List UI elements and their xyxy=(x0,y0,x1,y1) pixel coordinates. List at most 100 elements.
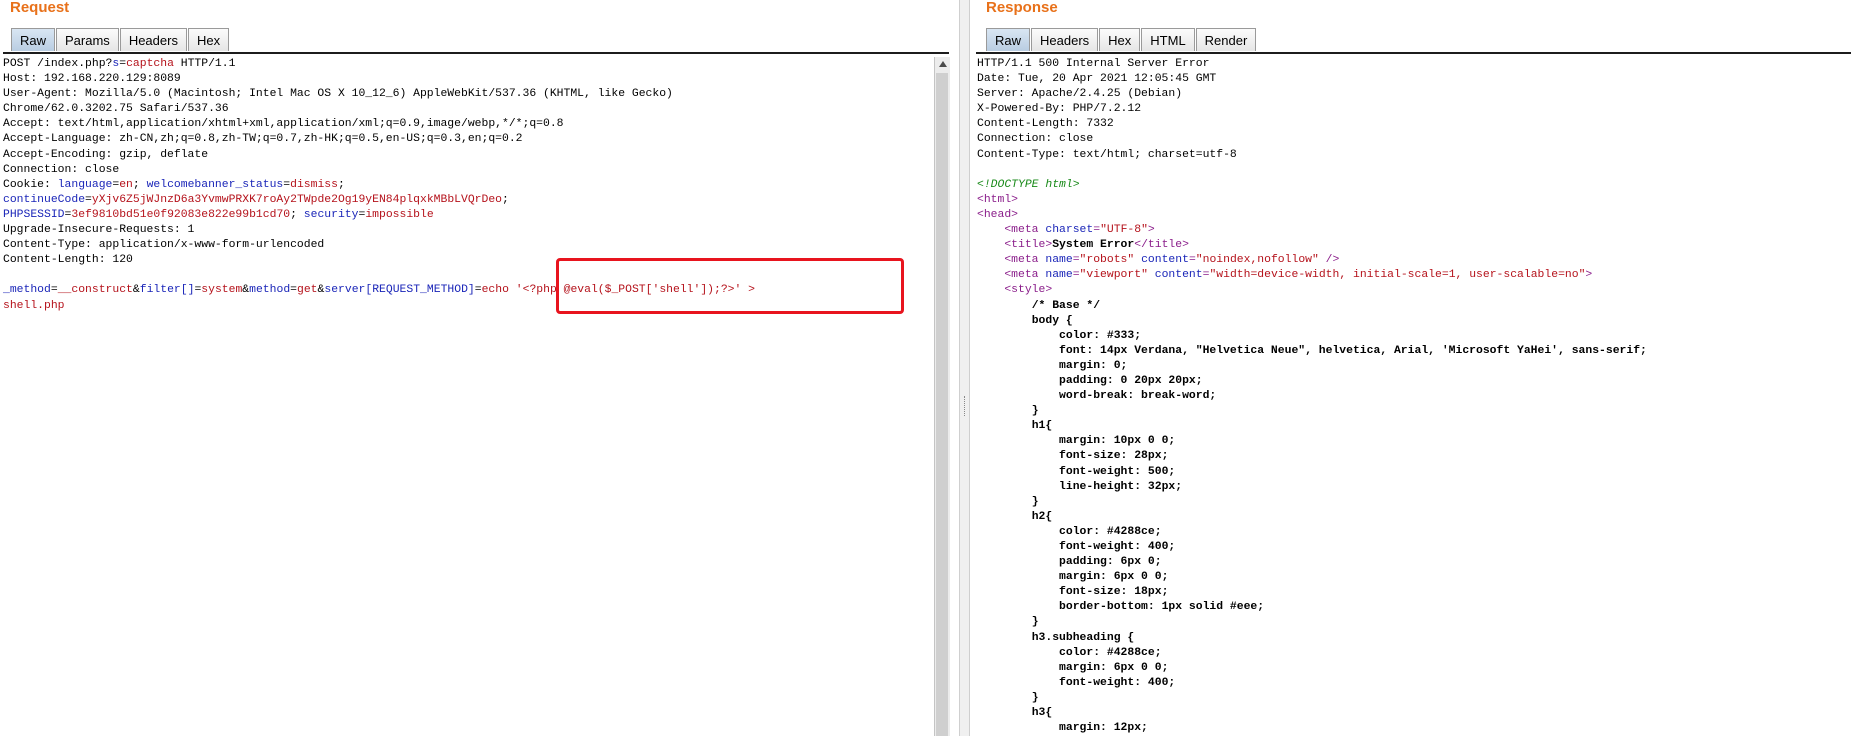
response-token: "robots" xyxy=(1079,254,1135,267)
request-tab-params[interactable]: Params xyxy=(56,28,119,51)
response-token xyxy=(977,496,1032,508)
response-token: <style> xyxy=(1004,284,1053,297)
response-token xyxy=(977,692,1032,704)
request-token: get xyxy=(297,284,318,297)
response-token: margin: 6px 0 0; xyxy=(1059,661,1169,674)
response-token: > xyxy=(1147,224,1155,237)
response-token xyxy=(977,269,1004,281)
request-token: Cookie: xyxy=(3,178,58,191)
response-token xyxy=(977,254,1004,266)
request-token: ; xyxy=(132,178,147,191)
response-tab-raw[interactable]: Raw xyxy=(986,28,1031,51)
request-pane: Request Raw Params Headers Hex POST /index.… xyxy=(0,0,959,736)
response-token xyxy=(977,239,1004,251)
response-token: padding: 6px 0; xyxy=(1059,556,1162,569)
response-line: font-size: 28px; xyxy=(977,449,1847,464)
response-token xyxy=(977,707,1032,719)
request-tab-headers[interactable]: Headers xyxy=(119,28,187,51)
response-line: margin: 0; xyxy=(977,359,1847,374)
request-line: Content-Type: application/x-www-form-url… xyxy=(3,238,933,253)
response-token: <meta xyxy=(1004,254,1046,267)
scroll-up-arrow-icon[interactable] xyxy=(939,61,947,67)
response-token: > xyxy=(1585,269,1593,282)
request-tab-bar: Raw Params Headers Hex xyxy=(11,28,230,52)
request-token: Connection: close xyxy=(3,163,120,176)
response-line: line-height: 32px; xyxy=(977,480,1847,495)
request-token: language xyxy=(57,178,113,191)
response-line: h1{ xyxy=(977,419,1847,434)
response-token xyxy=(977,300,1032,312)
response-line: Connection: close xyxy=(977,132,1847,147)
request-scrollbar[interactable] xyxy=(934,57,950,736)
response-token xyxy=(977,586,1059,598)
response-line: Content-Length: 7332 xyxy=(977,117,1847,132)
request-token: Accept-Encoding: gzip, deflate xyxy=(3,148,209,161)
request-token: filter[] xyxy=(139,284,195,297)
response-tab-html[interactable]: HTML xyxy=(1141,28,1195,51)
pane-splitter[interactable] xyxy=(959,0,970,736)
request-token: = xyxy=(50,284,58,297)
response-token: name xyxy=(1045,269,1073,282)
request-token: shell.php xyxy=(3,299,65,312)
request-line: Accept-Encoding: gzip, deflate xyxy=(3,148,933,163)
response-token: </title> xyxy=(1134,239,1189,252)
request-tab-hex[interactable]: Hex xyxy=(187,28,230,51)
response-line: /* Base */ xyxy=(977,299,1847,314)
response-token: "width=device-width, initial-scale=1, us… xyxy=(1209,269,1586,282)
response-line: <style> xyxy=(977,283,1847,298)
response-line: <title>System Error</title> xyxy=(977,238,1847,253)
response-token xyxy=(977,511,1032,523)
response-token: <title> xyxy=(1004,239,1053,252)
response-line: } xyxy=(977,691,1847,706)
request-token: = xyxy=(474,284,482,297)
response-token xyxy=(977,390,1059,402)
response-token: word-break: break-word; xyxy=(1059,390,1217,403)
response-token: content xyxy=(1141,254,1189,267)
response-line: margin: 12px; xyxy=(977,721,1847,736)
response-line: border-bottom: 1px solid #eee; xyxy=(977,600,1847,615)
request-line: User-Agent: Mozilla/5.0 (Macintosh; Inte… xyxy=(3,87,933,102)
response-line: h2{ xyxy=(977,510,1847,525)
response-line: font-weight: 400; xyxy=(977,676,1847,691)
response-token: font-size: 28px; xyxy=(1059,450,1169,463)
response-line: font-size: 18px; xyxy=(977,585,1847,600)
response-line: } xyxy=(977,615,1847,630)
response-line: Content-Type: text/html; charset=utf-8 xyxy=(977,148,1847,163)
response-line: font-weight: 500; xyxy=(977,465,1847,480)
response-tab-bar: Raw Headers Hex HTML Render xyxy=(986,28,1257,52)
response-token: HTTP/1.1 500 Internal Server Error xyxy=(977,58,1210,70)
response-token xyxy=(977,616,1032,628)
response-tab-hex[interactable]: Hex xyxy=(1099,28,1141,51)
request-tab-raw[interactable]: Raw xyxy=(11,28,56,51)
response-token: margin: 12px; xyxy=(1059,722,1148,735)
response-tab-render[interactable]: Render xyxy=(1195,28,1257,51)
response-raw-editor[interactable]: HTTP/1.1 500 Internal Server Error Date: … xyxy=(977,57,1847,736)
request-token: & xyxy=(132,284,140,297)
response-token xyxy=(977,556,1059,568)
response-token: content xyxy=(1154,269,1203,282)
response-token: Server: Apache/2.4.25 (Debian) xyxy=(977,88,1183,101)
response-token xyxy=(977,647,1059,659)
response-line: h3.subheading { xyxy=(977,631,1847,646)
splitter-grip-icon[interactable] xyxy=(964,396,966,416)
response-token xyxy=(977,450,1059,462)
response-token: /> xyxy=(1318,254,1340,267)
response-line xyxy=(977,163,1847,178)
request-line: Host: 192.168.220.129:8089 xyxy=(3,72,933,87)
response-token xyxy=(977,632,1032,644)
request-token: en xyxy=(119,178,133,191)
request-token: ; xyxy=(502,193,509,206)
response-token xyxy=(977,224,1004,236)
response-tab-headers[interactable]: Headers xyxy=(1031,28,1099,51)
response-token: border-bottom: 1px solid #eee; xyxy=(1059,601,1265,614)
request-scrollbar-thumb[interactable] xyxy=(936,73,948,736)
response-token: "UTF-8" xyxy=(1100,224,1148,237)
response-token xyxy=(977,405,1032,417)
response-line: word-break: break-word; xyxy=(977,389,1847,404)
response-line: <html> xyxy=(977,193,1847,208)
response-token: } xyxy=(1031,495,1039,508)
response-token: h3.subheading { xyxy=(1031,631,1135,644)
request-token: server[REQUEST_METHOD] xyxy=(324,284,475,297)
response-token: System Error xyxy=(1052,239,1135,252)
response-token xyxy=(977,315,1032,327)
